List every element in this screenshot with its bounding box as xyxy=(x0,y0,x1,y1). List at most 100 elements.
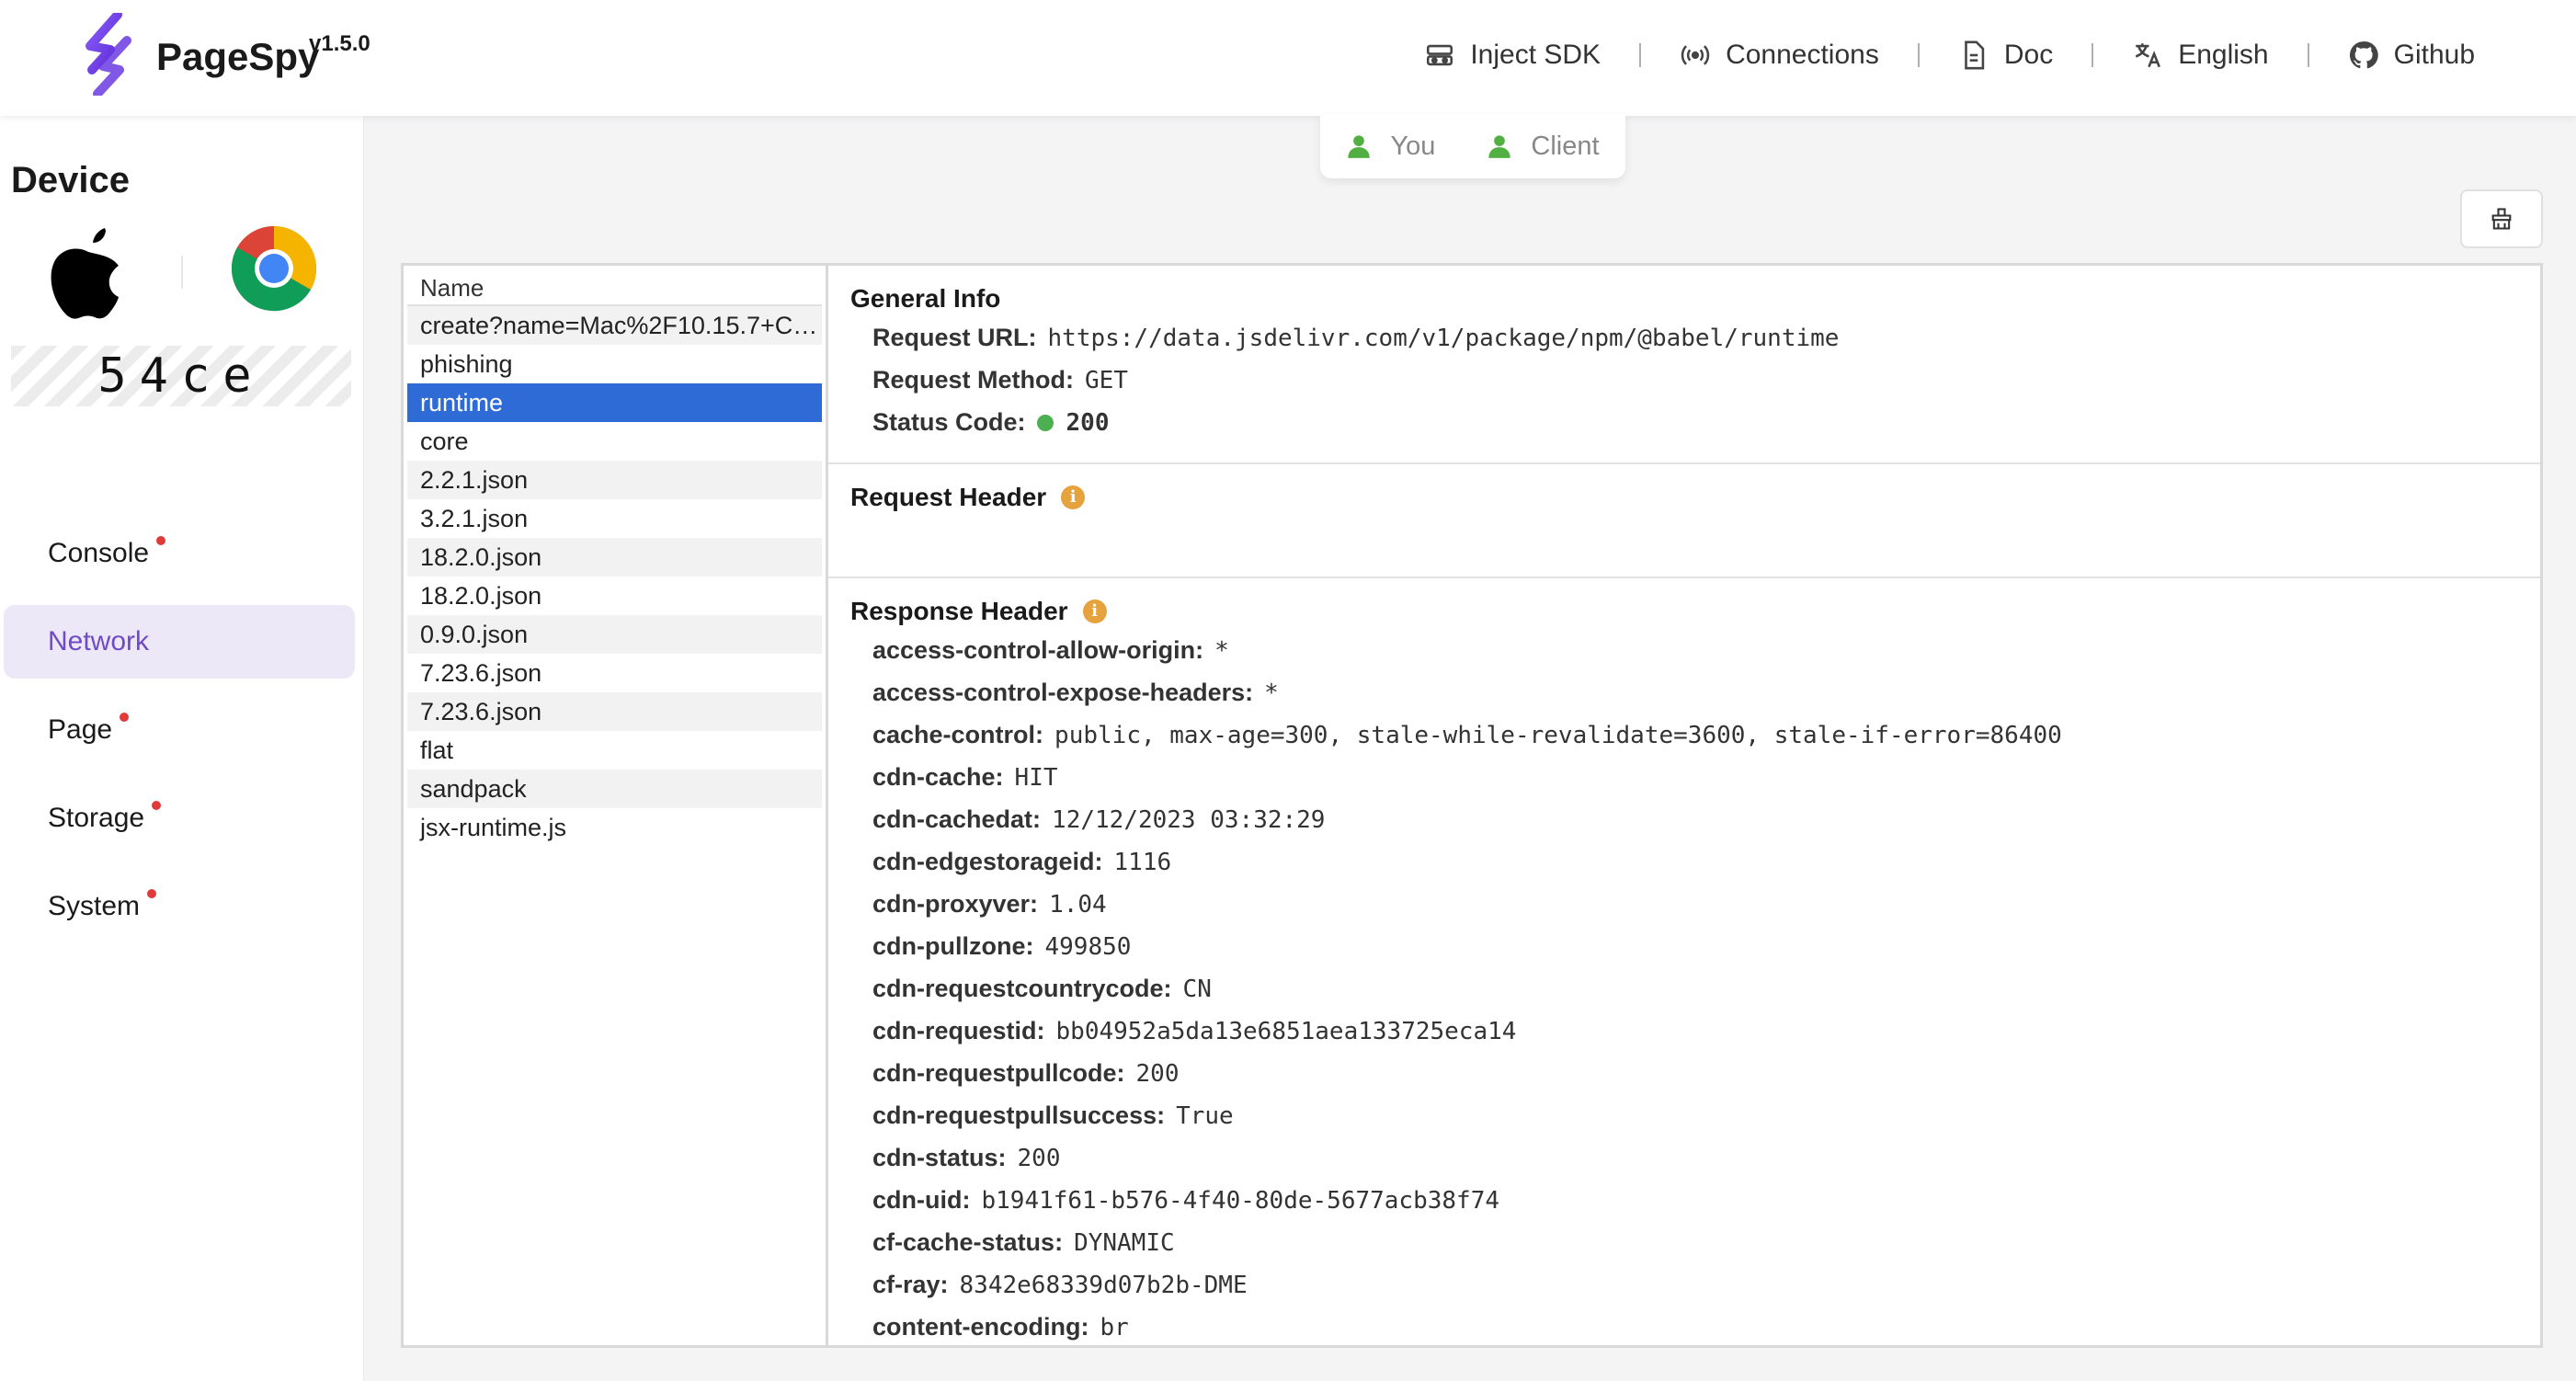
request-row[interactable]: core xyxy=(407,422,822,461)
sidebar-item-console[interactable]: Console xyxy=(4,517,355,590)
nav-github[interactable]: Github xyxy=(2348,40,2475,71)
inject-icon xyxy=(1427,44,1453,66)
info-icon[interactable]: i xyxy=(1061,485,1086,509)
response-header-row: cdn-requestpullsuccess: True xyxy=(850,1095,2518,1137)
mode-you-button[interactable]: You xyxy=(1346,131,1435,162)
response-header-row: cdn-requestpullcode: 200 xyxy=(850,1053,2518,1095)
response-header-row: cdn-requestcountrycode: CN xyxy=(850,968,2518,1010)
apple-icon xyxy=(51,228,119,319)
request-list-header: Name xyxy=(407,266,822,306)
unread-dot xyxy=(120,713,130,722)
kv-key: cdn-pullzone: xyxy=(872,932,1034,960)
kv-key: cdn-edgestorageid: xyxy=(872,848,1103,875)
kv-value: CN xyxy=(1182,976,1212,1003)
kv-key: cdn-status: xyxy=(872,1144,1007,1171)
nav-label: Connections xyxy=(1726,40,1879,70)
response-header-row: cdn-status: 200 xyxy=(850,1137,2518,1180)
sidebar-item-page[interactable]: Page xyxy=(4,693,355,767)
kv-key: cdn-cachedat: xyxy=(872,805,1042,833)
response-header-row: cdn-uid: b1941f61-b576-4f40-80de-5677acb3… xyxy=(850,1180,2518,1222)
kv-key: access-control-allow-origin: xyxy=(872,636,1204,664)
nav-doc[interactable]: Doc xyxy=(1958,40,2053,71)
request-row[interactable]: flat xyxy=(407,731,822,770)
request-url-row: Request URL: https://data.jsdelivr.com/v1… xyxy=(850,317,2518,360)
section-title: Request Header i xyxy=(850,479,2518,516)
sidebar-item-label: System xyxy=(48,891,141,921)
sidebar-item-storage[interactable]: Storage xyxy=(4,782,355,855)
info-icon[interactable]: i xyxy=(1082,599,1107,623)
device-id: 54ce xyxy=(11,346,351,406)
response-header-row: cdn-proxyver: 1.04 xyxy=(850,884,2518,926)
nav-label: English xyxy=(2178,40,2269,70)
top-header: PageSpy v1.5.0 Inject SDK Connections Do… xyxy=(0,0,2576,116)
kv-key: access-control-expose-headers: xyxy=(872,679,1254,706)
section-title: General Info xyxy=(850,284,1001,313)
response-header-rows: access-control-allow-origin: * access-cont… xyxy=(850,630,2518,1345)
request-row[interactable]: 0.9.0.json xyxy=(407,615,822,654)
status-code: 200 xyxy=(1066,409,1110,437)
brand-name[interactable]: PageSpy xyxy=(156,35,319,79)
sidebar-menu: Console Network Page Storage System xyxy=(4,517,355,958)
kv-value: 8342e68339d07b2b-DME xyxy=(959,1272,1248,1299)
kv-value: 499850 xyxy=(1044,933,1132,961)
nav-divider xyxy=(1639,43,1642,67)
response-header-row: cdn-cache: HIT xyxy=(850,757,2518,799)
general-info-section: General Info Request URL: https://data.js… xyxy=(828,266,2540,464)
sidebar-item-network[interactable]: Network xyxy=(4,605,355,679)
sidebar-item-label: Console xyxy=(48,538,150,568)
request-row[interactable]: sandpack xyxy=(407,770,822,808)
nav-divider xyxy=(1917,43,1920,67)
kv-value: DYNAMIC xyxy=(1074,1229,1175,1257)
device-divider xyxy=(181,256,183,289)
mode-client-button[interactable]: Client xyxy=(1487,131,1600,162)
request-row[interactable]: create?name=Mac%2F10.15.7+Chr... xyxy=(407,306,822,345)
request-row[interactable]: 7.23.6.json xyxy=(407,654,822,692)
kv-key: Status Code: xyxy=(872,408,1026,436)
unread-dot xyxy=(147,889,157,898)
kv-value: bb04952a5da13e6851aea133725eca14 xyxy=(1055,1018,1517,1045)
status-dot-icon xyxy=(1036,415,1054,431)
github-icon xyxy=(2349,41,2378,69)
kv-value: True xyxy=(1176,1102,1234,1130)
request-detail: General Info Request URL: https://data.js… xyxy=(828,266,2540,1345)
nav-language[interactable]: English xyxy=(2132,40,2269,71)
request-row[interactable]: 18.2.0.json xyxy=(407,538,822,576)
unread-dot xyxy=(156,536,166,545)
kv-key: cf-cache-status: xyxy=(872,1228,1064,1256)
request-row[interactable]: runtime xyxy=(407,383,822,422)
nav-connections[interactable]: Connections xyxy=(1680,40,1879,71)
request-list: Name create?name=Mac%2F10.15.7+Chr... phi… xyxy=(404,266,828,1345)
pagespy-logo-icon[interactable] xyxy=(83,13,138,96)
kv-key: cache-control: xyxy=(872,721,1044,748)
kv-key: cdn-uid: xyxy=(872,1186,971,1214)
response-header-row: cf-cache-status: DYNAMIC xyxy=(850,1222,2518,1264)
kv-value: 200 xyxy=(1017,1145,1061,1172)
kv-value: * xyxy=(1214,637,1229,665)
section-title-text: Request Header xyxy=(850,483,1047,511)
document-icon xyxy=(1965,40,1985,70)
request-row[interactable]: 2.2.1.json xyxy=(407,461,822,499)
response-header-row: content-encoding: br xyxy=(850,1307,2518,1345)
status-code-row: Status Code: 200 xyxy=(850,402,2518,444)
unread-dot xyxy=(152,801,162,810)
kv-value: public, max-age=300, stale-while-revalid… xyxy=(1054,722,2062,749)
response-header-row: access-control-allow-origin: * xyxy=(850,630,2518,672)
request-rows: create?name=Mac%2F10.15.7+Chr... phishing… xyxy=(404,306,826,847)
kv-key: Request URL: xyxy=(872,324,1037,351)
sidebar-item-label: Storage xyxy=(48,803,145,833)
chrome-icon xyxy=(231,225,317,312)
nav-label: Github xyxy=(2393,40,2475,70)
mode-switch: You Client xyxy=(1320,114,1625,178)
request-row[interactable]: jsx-runtime.js xyxy=(407,808,822,847)
nav-inject-sdk[interactable]: Inject SDK xyxy=(1424,40,1601,71)
clear-button[interactable] xyxy=(2460,189,2543,248)
request-row[interactable]: 7.23.6.json xyxy=(407,692,822,731)
section-title: Response Header i xyxy=(850,593,2518,630)
request-row[interactable]: 18.2.0.json xyxy=(407,576,822,615)
user-icon xyxy=(1348,135,1371,158)
sidebar-item-system[interactable]: System xyxy=(4,870,355,943)
request-row[interactable]: phishing xyxy=(407,345,822,383)
request-row[interactable]: 3.2.1.json xyxy=(407,499,822,538)
kv-key: cdn-requestpullcode: xyxy=(872,1059,1125,1087)
kv-key: cdn-requestid: xyxy=(872,1017,1045,1044)
